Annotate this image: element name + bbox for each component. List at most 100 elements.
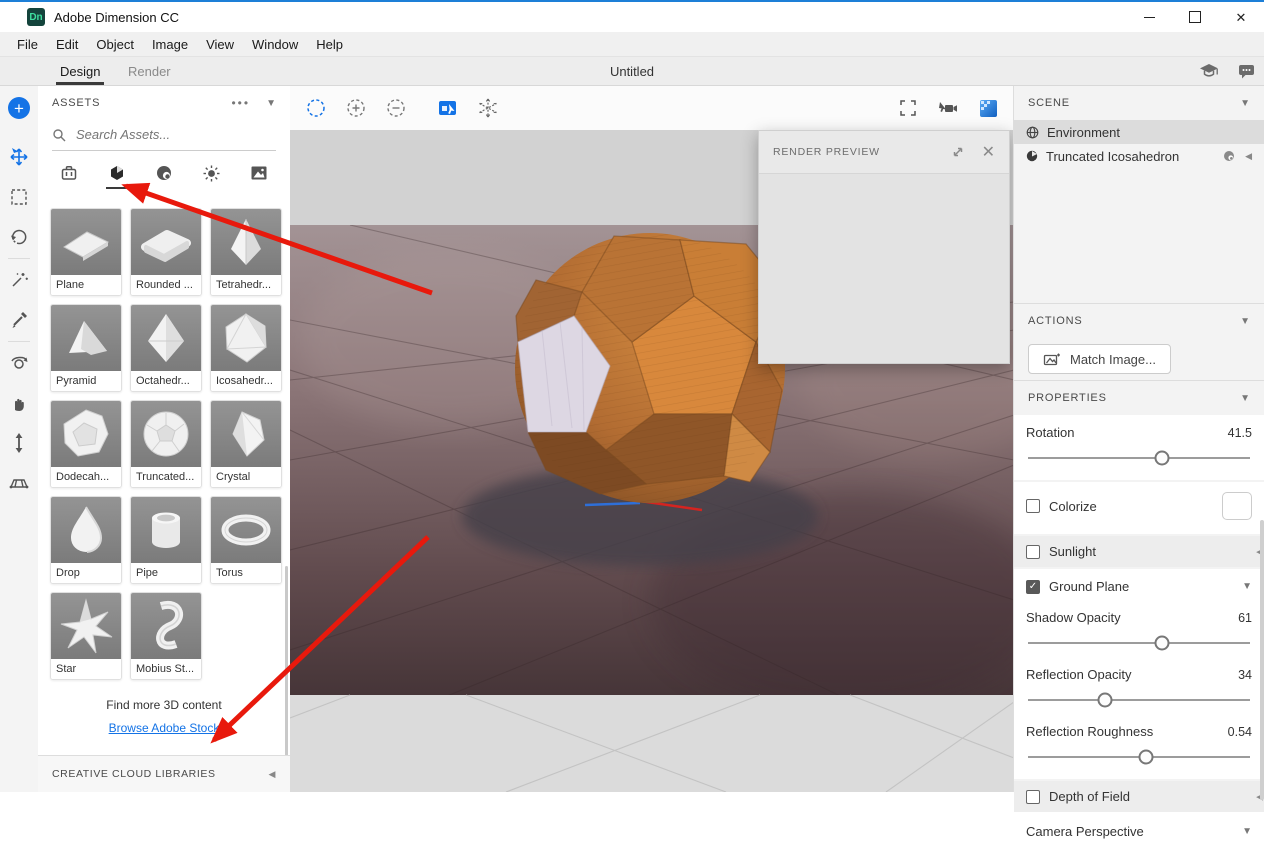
collapse-properties-icon[interactable]: ▼ (1240, 393, 1250, 404)
window-title: Adobe Dimension CC (54, 10, 179, 25)
collapse-item-icon[interactable]: ◀ (1245, 151, 1252, 162)
reflection-opacity-slider[interactable] (1026, 692, 1252, 708)
sunlight-label: Sunlight (1049, 544, 1096, 559)
asset-card[interactable]: Pipe (130, 496, 202, 584)
collapse-ground-plane-icon[interactable]: ▼ (1242, 581, 1252, 592)
depth-of-field-label: Depth of Field (1049, 789, 1130, 804)
asset-card[interactable]: Octahedr... (130, 304, 202, 392)
rotation-value: 41.5 (1228, 426, 1252, 440)
menu-object[interactable]: Object (87, 37, 143, 52)
learn-icon[interactable] (1199, 62, 1219, 80)
horizon-tool[interactable] (0, 463, 38, 503)
asset-grid: PlaneRounded ... Tetrahedr... PyramidOctah… (50, 208, 282, 680)
title-bar: Dn Adobe Dimension CC ✕ (0, 0, 1264, 32)
reflection-roughness-label: Reflection Roughness (1026, 724, 1153, 739)
asset-card[interactable]: Tetrahedr... (210, 208, 282, 296)
collapse-actions-icon[interactable]: ▼ (1240, 316, 1250, 327)
menu-image[interactable]: Image (143, 37, 197, 52)
asset-card[interactable]: Crystal (210, 400, 282, 488)
select-move-tool[interactable] (0, 137, 38, 177)
menu-help[interactable]: Help (307, 37, 352, 52)
app-logo-icon: Dn (27, 8, 45, 26)
scene-item-environment[interactable]: Environment (1014, 120, 1264, 144)
expand-left-icon[interactable]: ◀ (268, 769, 276, 780)
asset-card[interactable]: Icosahedr... (210, 304, 282, 392)
overflow-menu-icon[interactable]: ••• (231, 96, 250, 110)
feedback-icon[interactable] (1237, 62, 1256, 80)
frame-all-icon[interactable] (888, 86, 928, 130)
category-models-icon[interactable] (104, 161, 130, 185)
colorize-checkbox[interactable]: ✓ (1026, 499, 1040, 513)
truncated-thumbnail (131, 401, 201, 467)
category-materials-icon[interactable] (151, 161, 177, 185)
close-button[interactable]: ✕ (1218, 2, 1264, 32)
asset-card[interactable]: Star (50, 592, 122, 680)
asset-card[interactable]: Plane (50, 208, 122, 296)
dolly-tool[interactable] (0, 423, 38, 463)
orbit-tool[interactable] (0, 343, 38, 383)
maximize-button[interactable] (1172, 2, 1218, 32)
close-icon[interactable]: ✕ (982, 142, 995, 162)
pan-tool[interactable] (0, 383, 38, 423)
assets-scrollbar[interactable] (285, 566, 288, 756)
menu-window[interactable]: Window (243, 37, 307, 52)
subtract-from-selection-icon[interactable] (376, 86, 416, 130)
selection-tool-icon[interactable] (296, 86, 336, 130)
add-content-button[interactable]: + (8, 97, 30, 119)
category-images-icon[interactable] (246, 161, 272, 185)
collapse-scene-icon[interactable]: ▼ (1240, 98, 1250, 109)
creative-cloud-libraries-bar[interactable]: CREATIVE CLOUD LIBRARIES ◀ (38, 755, 290, 792)
colorize-swatch[interactable] (1222, 492, 1252, 520)
rotation-slider[interactable] (1026, 450, 1252, 466)
sunlight-section[interactable]: ✓ Sunlight ◀ (1014, 536, 1264, 567)
render-preview-header[interactable]: RENDER PREVIEW ✕ (759, 131, 1009, 174)
asset-label: Tetrahedr... (211, 275, 281, 295)
render-preview-toggle-icon[interactable] (968, 86, 1008, 130)
camera-perspective-section[interactable]: Camera Perspective ▼ (1014, 814, 1264, 849)
scene-item-truncated-icosahedron[interactable]: Truncated Icosahedron ◀ (1014, 144, 1264, 168)
shadow-opacity-slider[interactable] (1026, 635, 1252, 651)
menu-bar: File Edit Object Image View Window Help (0, 32, 1264, 57)
material-icon[interactable] (1223, 150, 1235, 162)
category-lights-icon[interactable] (199, 161, 225, 185)
asset-card[interactable]: Dodecah... (50, 400, 122, 488)
rectangle-select-tool[interactable] (0, 177, 38, 217)
asset-card[interactable]: Rounded ... (130, 208, 202, 296)
ground-plane-checkbox[interactable]: ✓ (1026, 580, 1040, 594)
shadow-opacity-label: Shadow Opacity (1026, 610, 1121, 625)
collapse-camera-perspective-icon[interactable]: ▼ (1242, 826, 1252, 837)
asset-card[interactable]: Torus (210, 496, 282, 584)
add-to-selection-icon[interactable] (336, 86, 376, 130)
asset-card[interactable]: Pyramid (50, 304, 122, 392)
depth-of-field-section[interactable]: ✓ Depth of Field ◀ (1014, 781, 1264, 812)
browse-adobe-stock-link[interactable]: Browse Adobe Stock (109, 721, 220, 735)
sunlight-checkbox[interactable]: ✓ (1026, 545, 1040, 559)
collapse-panel-icon[interactable]: ▼ (266, 98, 276, 109)
rotate-tool[interactable] (0, 217, 38, 257)
magic-wand-tool[interactable] (0, 260, 38, 300)
match-image-button[interactable]: Match Image... (1028, 344, 1171, 374)
asset-card[interactable]: Mobius St... (130, 592, 202, 680)
menu-edit[interactable]: Edit (47, 37, 87, 52)
asset-card[interactable]: Truncated... (130, 400, 202, 488)
minimize-button[interactable] (1126, 2, 1172, 32)
match-image-icon (1043, 352, 1061, 367)
tab-render[interactable]: Render (108, 57, 191, 85)
camera-bookmarks-icon[interactable] (928, 86, 968, 130)
search-input[interactable] (74, 126, 258, 143)
plane-thumbnail (51, 209, 121, 275)
properties-scrollbar[interactable] (1260, 520, 1264, 800)
menu-view[interactable]: View (197, 37, 243, 52)
icosahedron-thumbnail (211, 305, 281, 371)
asset-card[interactable]: Drop (50, 496, 122, 584)
category-starter-assets-icon[interactable] (56, 161, 82, 185)
model-icon (1026, 150, 1038, 162)
menu-file[interactable]: File (8, 37, 47, 52)
move-axes-icon[interactable] (468, 86, 508, 130)
expand-icon[interactable] (950, 144, 966, 160)
canvas-bottom-band (290, 695, 1014, 792)
eyedropper-tool[interactable] (0, 300, 38, 340)
crystal-thumbnail (211, 401, 281, 467)
reflection-roughness-slider[interactable] (1026, 749, 1252, 765)
select-object-icon[interactable] (428, 86, 468, 130)
